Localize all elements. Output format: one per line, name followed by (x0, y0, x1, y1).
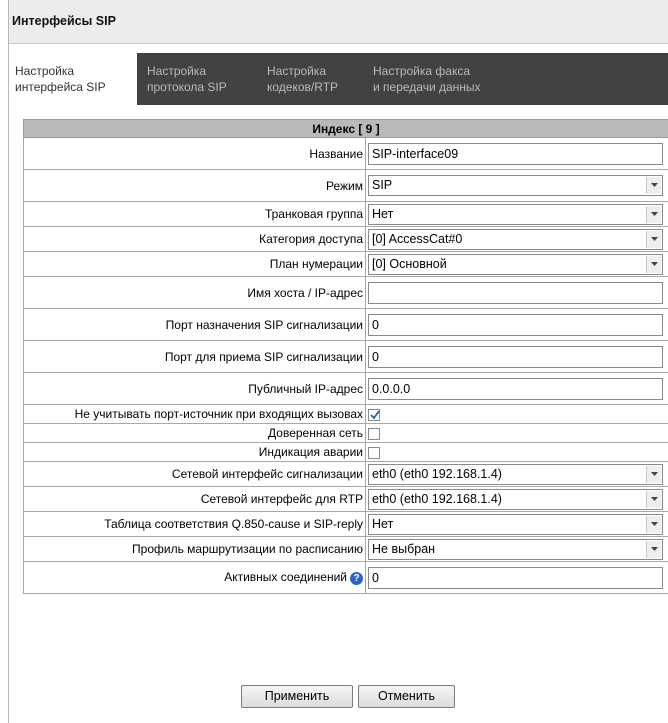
host-input[interactable] (368, 281, 663, 304)
active-connections-label-cell: Активных соединений? (23, 561, 366, 594)
sip-dest-port-label: Порт назначения SIP сигнализации (23, 308, 366, 341)
tab-label-line2: и передачи данных (373, 80, 481, 94)
trunk-group-label: Транковая группа (23, 201, 366, 227)
active-connections-label: Активных соединений (224, 570, 347, 585)
chevron-down-icon[interactable] (646, 255, 661, 273)
access-category-select-value: [0] AccessCat#0 (372, 231, 463, 246)
rtp-iface-select-value: eth0 (eth0 192.168.1.4) (372, 491, 502, 506)
public-ip-input[interactable] (368, 377, 663, 400)
tab-codecs-rtp[interactable]: Настройка кодеков/RTP (267, 53, 367, 105)
sip-recv-port-input[interactable] (368, 345, 663, 368)
mode-select-value: SIP (372, 178, 393, 192)
settings-panel: Индекс [ 9 ] Название Режим SIP Транкова… (23, 119, 668, 594)
chevron-down-icon[interactable] (646, 490, 661, 508)
tab-label-line2: интерфейса SIP (15, 80, 106, 94)
tab-bar: Настройка интерфейса SIP Настройка прото… (9, 53, 668, 105)
mode-select[interactable]: SIP (368, 175, 663, 196)
sip-recv-port-label: Порт для приема SIP сигнализации (23, 340, 366, 373)
cancel-button[interactable]: Отменить (358, 685, 455, 708)
chevron-down-icon[interactable] (646, 205, 661, 223)
q850-table-select-value: Нет (372, 516, 394, 531)
schedule-profile-select-value: Не выбран (372, 541, 436, 556)
numbering-plan-label: План нумерации (23, 251, 366, 277)
name-label: Название (23, 137, 366, 170)
chevron-down-icon[interactable] (646, 540, 661, 558)
sip-dest-port-input[interactable] (368, 313, 663, 336)
tab-label-line1: Настройка (267, 64, 327, 78)
rtp-iface-label: Сетевой интерфейс для RTP (23, 486, 366, 512)
chevron-down-icon[interactable] (646, 177, 661, 194)
trunk-group-select[interactable]: Нет (368, 203, 663, 225)
tab-label-line2: кодеков/RTP (267, 80, 339, 94)
tab-label-line1: Настройка факса (373, 64, 471, 78)
checkmark-icon (370, 410, 380, 420)
ignore-src-port-checkbox[interactable] (368, 408, 380, 421)
tab-sip-interface[interactable]: Настройка интерфейса SIP (9, 53, 137, 105)
signal-iface-label: Сетевой интерфейс сигнализации (23, 461, 366, 487)
rtp-iface-select[interactable]: eth0 (eth0 192.168.1.4) (368, 488, 663, 510)
alarm-indication-checkbox[interactable] (368, 446, 380, 459)
tab-label-line2: протокола SIP (147, 80, 227, 94)
q850-table-label: Таблица соответствия Q.850-cause и SIP-r… (23, 511, 366, 537)
sip-interfaces-window: Интерфейсы SIP Настройка интерфейса SIP … (8, 0, 668, 723)
alarm-indication-label: Индикация аварии (23, 442, 366, 462)
numbering-plan-select[interactable]: [0] Основной (368, 253, 663, 275)
help-icon[interactable]: ? (350, 571, 363, 585)
schedule-profile-label: Профиль маршрутизации по расписанию (23, 536, 366, 562)
public-ip-label: Публичный IP-адрес (23, 372, 366, 405)
active-connections-input[interactable] (368, 566, 663, 589)
host-label: Имя хоста / IP-адрес (23, 276, 366, 309)
tab-sip-protocol[interactable]: Настройка протокола SIP (147, 53, 262, 105)
trusted-network-label: Доверенная сеть (23, 423, 366, 443)
schedule-profile-select[interactable]: Не выбран (368, 538, 663, 560)
form-buttons: Применить Отменить (23, 685, 668, 711)
apply-button[interactable]: Применить (241, 685, 353, 708)
ignore-src-port-label: Не учитывать порт-источник при входящих … (23, 404, 366, 424)
mode-label: Режим (23, 169, 366, 202)
signal-iface-select[interactable]: eth0 (eth0 192.168.1.4) (368, 463, 663, 485)
trunk-group-select-value: Нет (372, 206, 394, 221)
window-title: Интерфейсы SIP (12, 14, 116, 28)
settings-table: Индекс [ 9 ] Название Режим SIP Транкова… (23, 119, 668, 594)
tab-fax-data[interactable]: Настройка факса и передачи данных (373, 53, 523, 105)
access-category-label: Категория доступа (23, 226, 366, 252)
signal-iface-select-value: eth0 (eth0 192.168.1.4) (372, 466, 502, 481)
trusted-network-checkbox[interactable] (368, 427, 380, 440)
chevron-down-icon[interactable] (646, 465, 661, 483)
chevron-down-icon[interactable] (646, 230, 661, 248)
numbering-plan-select-value: [0] Основной (372, 256, 447, 271)
tab-label-line1: Настройка (147, 64, 207, 78)
chevron-down-icon[interactable] (646, 515, 661, 533)
access-category-select[interactable]: [0] AccessCat#0 (368, 228, 663, 250)
q850-table-select[interactable]: Нет (368, 513, 663, 535)
tab-label-line1: Настройка (15, 64, 75, 78)
window-title-bar: Интерфейсы SIP (9, 0, 668, 44)
index-header: Индекс [ 9 ] (23, 119, 668, 138)
name-input[interactable] (368, 142, 663, 165)
